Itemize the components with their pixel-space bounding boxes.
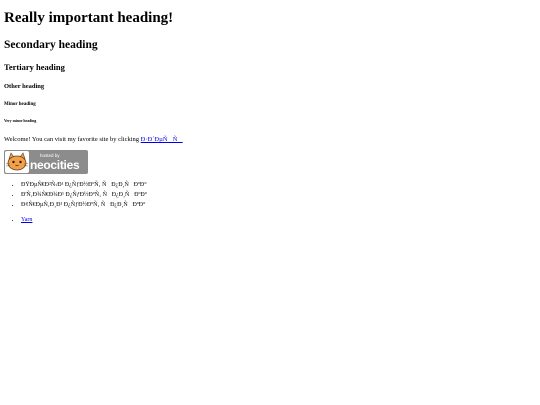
page-body: Really important heading! Secondary head… <box>0 0 540 223</box>
heading-5: Minor heading <box>4 101 36 107</box>
neocities-cat-icon <box>4 150 30 174</box>
list-item: ÐŸÐµÑ€Ð²Ñ‹Ð¹ Ð¿ÑƒÐ½ÐºÑ‚ ÑÐ¿Ð¸ÑÐºÐ° <box>21 180 536 188</box>
heading-4: Other heading <box>4 83 45 91</box>
badge-neocities: neocities <box>30 157 80 172</box>
welcome-text: Welcome! You can visit my favorite site … <box>4 136 141 144</box>
hosted-by-neocities-badge[interactable]: hosted by neocities <box>4 150 88 175</box>
favorite-site-link[interactable]: Ð·Ð´ÐµÑÑ <box>141 136 183 143</box>
list-item: Ð¢Ñ€ÐµÑ‚Ð¸Ð¹ Ð¿ÑƒÐ½ÐºÑ‚ ÑÐ¿Ð¸ÑÐºÐ° <box>21 200 536 208</box>
heading-1: Really important heading! <box>4 10 174 26</box>
links-list: Yarn <box>4 217 536 223</box>
yarn-link[interactable]: Yarn <box>21 217 32 223</box>
heading-6: Very minor heading <box>4 119 37 124</box>
list-item: Ð'Ñ‚Ð¾Ñ€Ð¾Ð¹ Ð¿ÑƒÐ½ÐºÑ‚ ÑÐ¿Ð¸ÑÐºÐ° <box>21 190 536 198</box>
bullet-list: ÐŸÐµÑ€Ð²Ñ‹Ð¹ Ð¿ÑƒÐ½ÐºÑ‚ ÑÐ¿Ð¸ÑÐºÐ° Ð'Ñ… <box>4 180 536 208</box>
links-list-item: Yarn <box>21 217 536 223</box>
badge-text: hosted by neocities <box>30 154 80 172</box>
welcome-paragraph: Welcome! You can visit my favorite site … <box>4 136 536 144</box>
heading-3: Tertiary heading <box>4 62 65 73</box>
heading-2: Secondary heading <box>4 38 98 51</box>
